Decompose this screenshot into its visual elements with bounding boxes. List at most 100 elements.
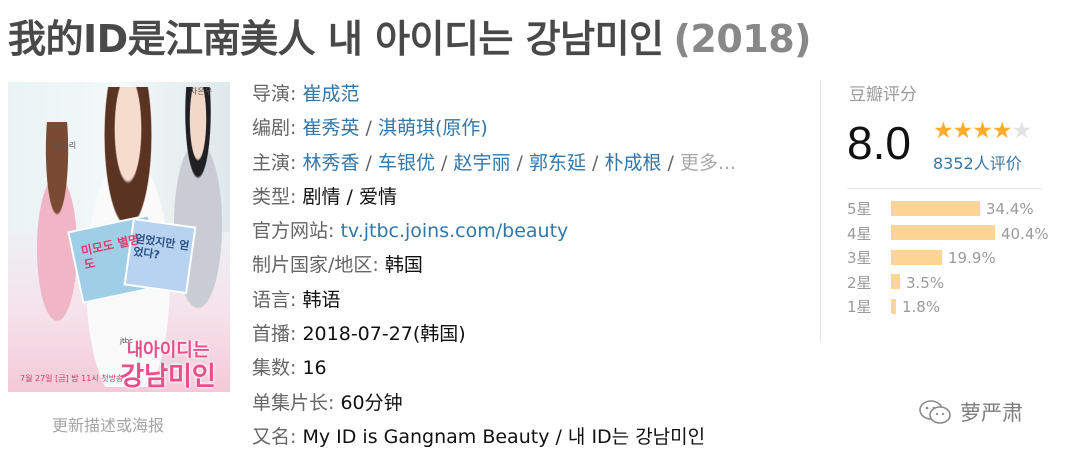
info-writer-row: 编剧: 崔秀英 / 淇萌琪(原作) — [252, 114, 736, 148]
country-label: 制片国家/地区 — [252, 254, 373, 277]
rating-row-percent: 19.9% — [948, 249, 996, 268]
rating-row-label: 5星 — [847, 200, 872, 218]
rating-row: 3星 19.9% — [847, 247, 1049, 272]
poster-image[interactable]: 미모도 별명도 얻었지만 얻었다? 차은우 조우리 jtbc 내아이디는 강남미… — [8, 82, 230, 392]
page-title: 我的ID是江南美人 내 아이디는 강남미인 (2018) — [8, 8, 812, 63]
rating-row-percent: 40.4% — [1001, 224, 1049, 243]
title-text: 我的ID是江南美人 내 아이디는 강남미인 — [8, 17, 664, 61]
cast-colon: : — [290, 151, 303, 174]
rating-row-label: 2星 — [847, 273, 872, 292]
rating-row-label: 3星 — [847, 249, 872, 268]
rating-bar — [891, 225, 995, 241]
star-icon: ★ — [952, 118, 974, 144]
rating-panel: 豆瓣评分 8.0 ★★★★★ 8352人评价 5星 34.4% 4星 40.4% 3… — [820, 80, 1061, 342]
cast-separator: / — [359, 151, 378, 174]
premiere-value: 2018-07-27(韩国) — [302, 323, 466, 346]
cast-link[interactable]: 车银优 — [378, 152, 435, 174]
language-colon: : — [290, 288, 303, 311]
poster-cast-name-1: 차은우 — [190, 87, 213, 96]
cast-separator: / — [510, 151, 529, 174]
cast-link[interactable]: 郭东延 — [529, 152, 586, 174]
writer-link[interactable]: 崔秀英 — [302, 117, 359, 139]
rating-stars: ★★★★★ — [933, 118, 1033, 144]
poster-logo: 내아이디는 강남미인 — [108, 340, 228, 392]
episodes-label: 集数 — [252, 357, 291, 380]
star-icon: ★ — [933, 118, 954, 144]
rating-row-label: 1星 — [847, 298, 872, 317]
aka-colon: : — [290, 425, 303, 448]
info-genre-row: 类型: 剧情 / 爱情 — [252, 183, 736, 217]
director-label: 导演 — [252, 83, 291, 105]
aka-label: 又名 — [252, 425, 291, 448]
cast-link[interactable]: 林秀香 — [302, 152, 359, 174]
rating-row: 5星 34.4% — [847, 198, 1049, 223]
info-language-row: 语言: 韩语 — [252, 286, 736, 320]
poster-date: 7월 27일 [금] 밤 11시 첫방송 — [20, 374, 124, 383]
info-panel: 导演: 崔成范 编剧: 崔秀英 / 淇萌琪(原作) 主演: 林秀香 / 车银优 … — [252, 80, 736, 457]
poster-cast-name-2: 조우리 — [54, 141, 77, 150]
rating-row: 1星 1.8% — [847, 296, 1049, 321]
writer-separator: / — [359, 117, 378, 140]
director-link[interactable]: 崔成范 — [302, 83, 359, 105]
rating-bar — [891, 274, 900, 290]
rating-row: 2星 3.5% — [847, 272, 1049, 297]
rating-row-percent: 3.5% — [906, 273, 945, 292]
rating-row-percent: 34.4% — [986, 200, 1034, 218]
premiere-colon: : — [290, 323, 303, 346]
rating-breakdown: 5星 34.4% 4星 40.4% 3星 19.9% 2星 3.5% 1星 1.8% — [847, 198, 1049, 321]
cast-more-link[interactable]: 更多... — [680, 152, 736, 174]
rating-score: 8.0 — [847, 117, 911, 169]
info-director-row: 导演: 崔成范 — [252, 80, 736, 114]
update-description-link[interactable]: 更新描述或海报 — [52, 412, 164, 436]
info-premiere-row: 首播: 2018-07-27(韩国) — [252, 320, 736, 354]
language-value: 韩语 — [302, 288, 341, 311]
title-year: (2018) — [673, 17, 812, 61]
rating-divider — [847, 188, 1043, 189]
wechat-icon — [919, 400, 951, 424]
genre-value: 剧情 / 爱情 — [302, 185, 397, 208]
site-colon: : — [328, 220, 341, 243]
rating-row-label: 4星 — [847, 224, 872, 243]
premiere-label: 首播 — [252, 323, 291, 346]
genre-label: 类型 — [252, 185, 291, 208]
info-site-row: 官方网站: tv.jtbc.joins.com/beauty — [252, 217, 736, 251]
aka-value: My ID is Gangnam Beauty / 내 ID는 강남미인 — [302, 425, 706, 448]
cast-link[interactable]: 朴成根 — [604, 152, 661, 174]
cast-separator: / — [434, 151, 454, 174]
episodes-colon: : — [290, 357, 303, 380]
director-colon: : — [290, 83, 303, 105]
rating-row-percent: 1.8% — [902, 298, 941, 317]
writer-colon: : — [290, 117, 303, 140]
cast-link[interactable]: 赵宇丽 — [453, 152, 510, 174]
country-value: 韩国 — [384, 254, 423, 277]
info-country-row: 制片国家/地区: 韩国 — [252, 251, 736, 285]
info-runtime-row: 单集片长: 60分钟 — [252, 389, 736, 423]
country-colon: : — [372, 254, 385, 277]
cast-separator: / — [661, 151, 680, 174]
cast-label: 主演 — [252, 151, 291, 174]
rating-bar — [891, 200, 980, 216]
cast-separator: / — [585, 151, 605, 174]
official-site-link[interactable]: tv.jtbc.joins.com/beauty — [340, 220, 568, 242]
runtime-value: 60分钟 — [340, 391, 403, 414]
genre-colon: : — [290, 185, 303, 208]
star-icon: ★ — [991, 118, 1013, 144]
star-icon: ★ — [1011, 118, 1033, 144]
rating-title: 豆瓣评分 — [849, 85, 917, 105]
rating-bar — [891, 298, 896, 314]
poster-logo-line2: 강남미인 — [120, 362, 216, 392]
watermark: 萝严肃 — [918, 397, 1023, 427]
writer-label: 编剧 — [252, 117, 291, 140]
watermark-text: 萝严肃 — [960, 401, 1023, 425]
runtime-label: 单集片长 — [252, 391, 329, 414]
rating-row: 4星 40.4% — [847, 223, 1049, 248]
info-episodes-row: 集数: 16 — [252, 354, 736, 388]
poster-logo-line1: 내아이디는 — [126, 340, 210, 361]
rating-count-link[interactable]: 8352人评价 — [933, 150, 1022, 174]
info-cast-row: 主演: 林秀香 / 车银优 / 赵宇丽 / 郭东延 / 朴成根 / 更多... — [252, 149, 736, 183]
language-label: 语言 — [252, 288, 291, 311]
writer-link[interactable]: 淇萌琪(原作) — [378, 117, 488, 139]
rating-bar — [891, 249, 942, 265]
runtime-colon: : — [328, 391, 341, 414]
star-icon: ★ — [972, 118, 993, 144]
